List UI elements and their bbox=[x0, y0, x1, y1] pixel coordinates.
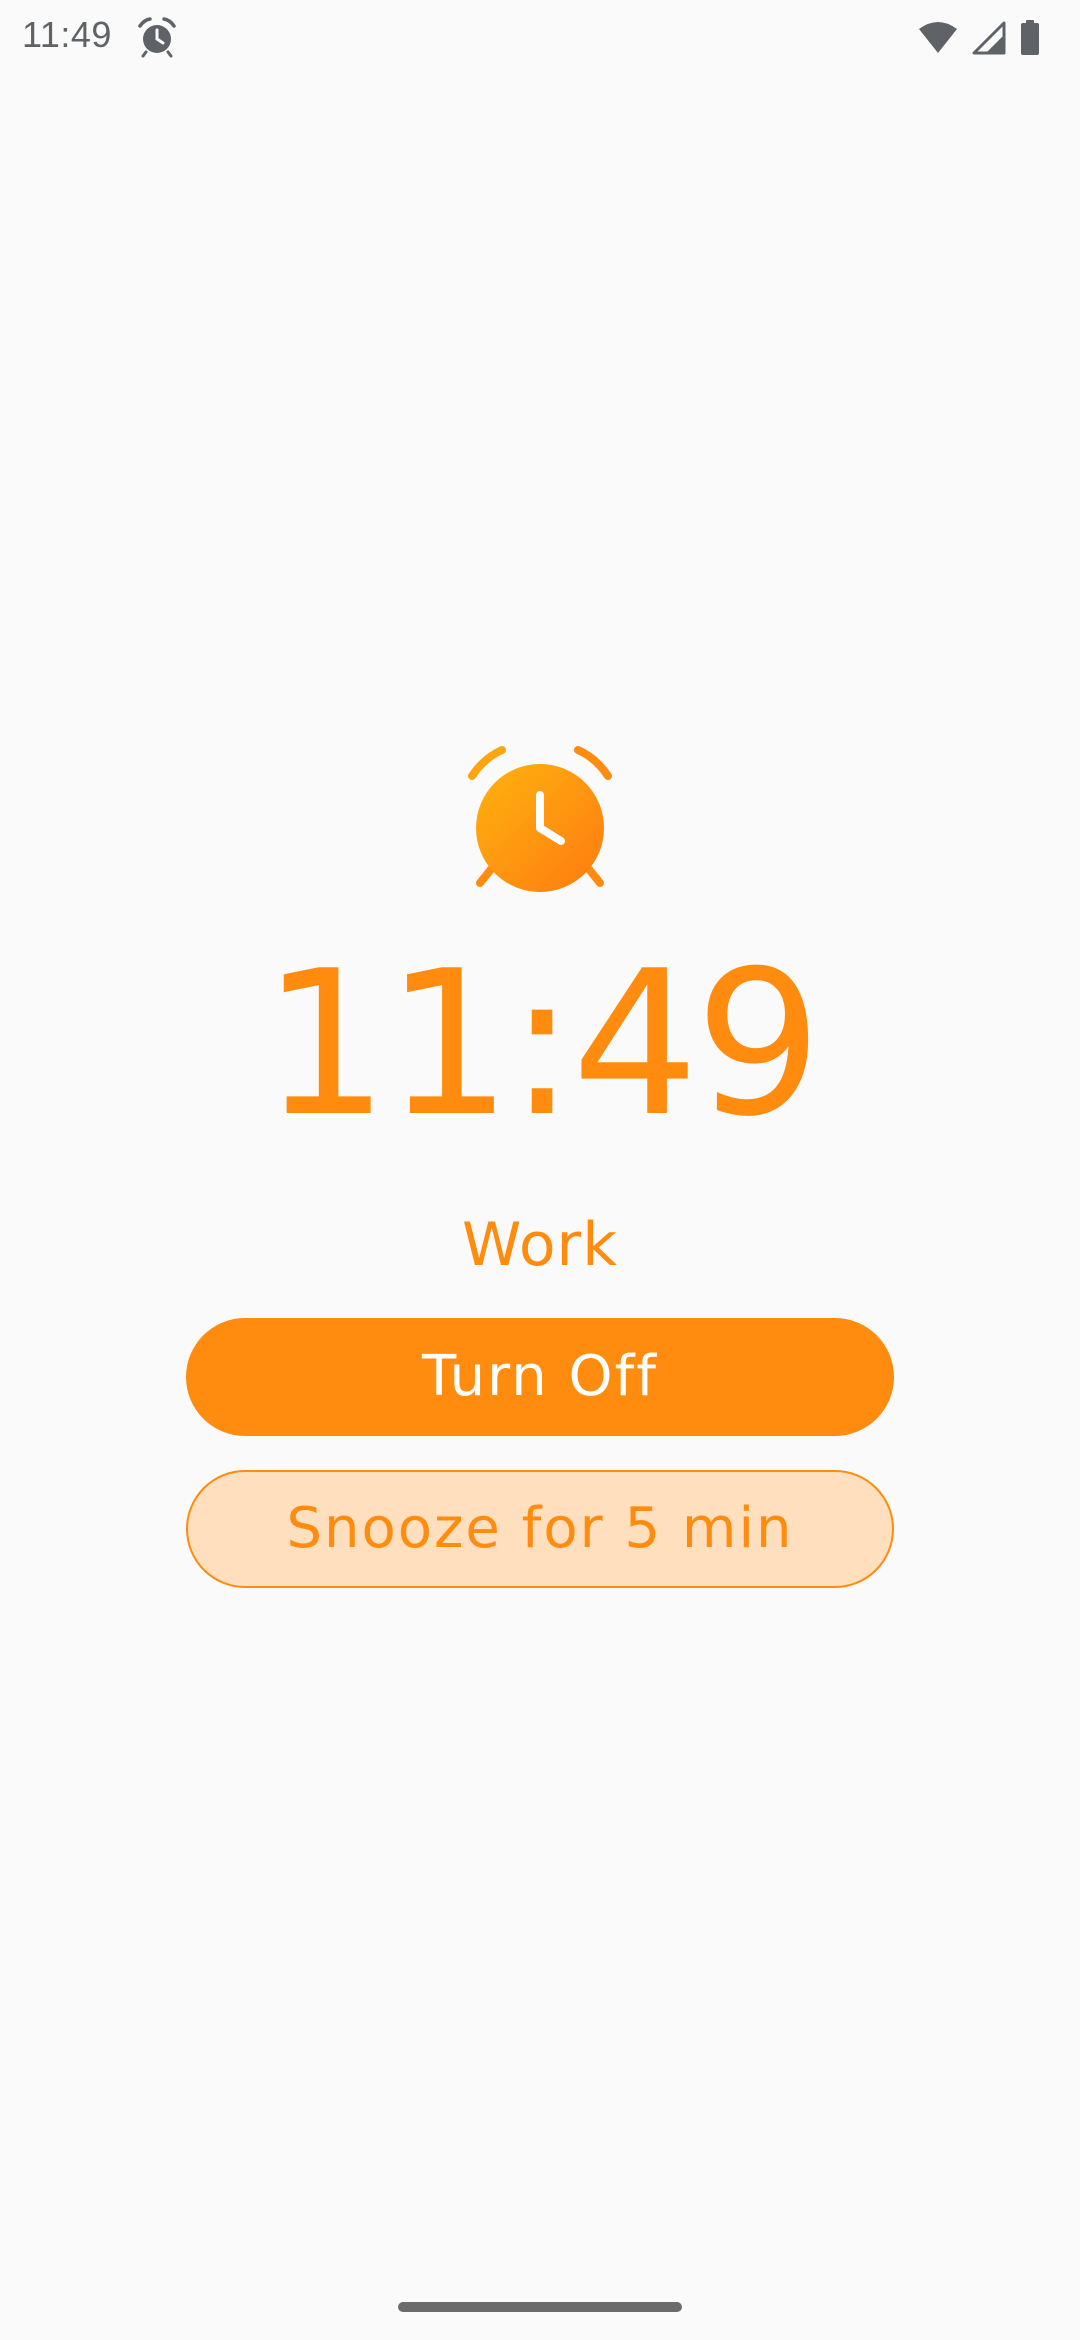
battery-icon bbox=[1020, 20, 1040, 56]
snooze-button[interactable]: Snooze for 5 min bbox=[186, 1470, 894, 1588]
turn-off-button[interactable]: Turn Off bbox=[186, 1318, 894, 1436]
alarm-label: Work bbox=[462, 1210, 618, 1280]
alarm-time: 11:49 bbox=[261, 928, 822, 1161]
wifi-icon bbox=[918, 21, 958, 55]
alarm-clock-icon bbox=[460, 740, 620, 900]
status-bar: 11:49 bbox=[0, 0, 1080, 80]
cellular-signal-icon bbox=[972, 21, 1006, 55]
alarm-clock-icon bbox=[136, 16, 178, 58]
home-indicator[interactable] bbox=[398, 2302, 682, 2312]
status-time: 11:49 bbox=[22, 14, 112, 55]
